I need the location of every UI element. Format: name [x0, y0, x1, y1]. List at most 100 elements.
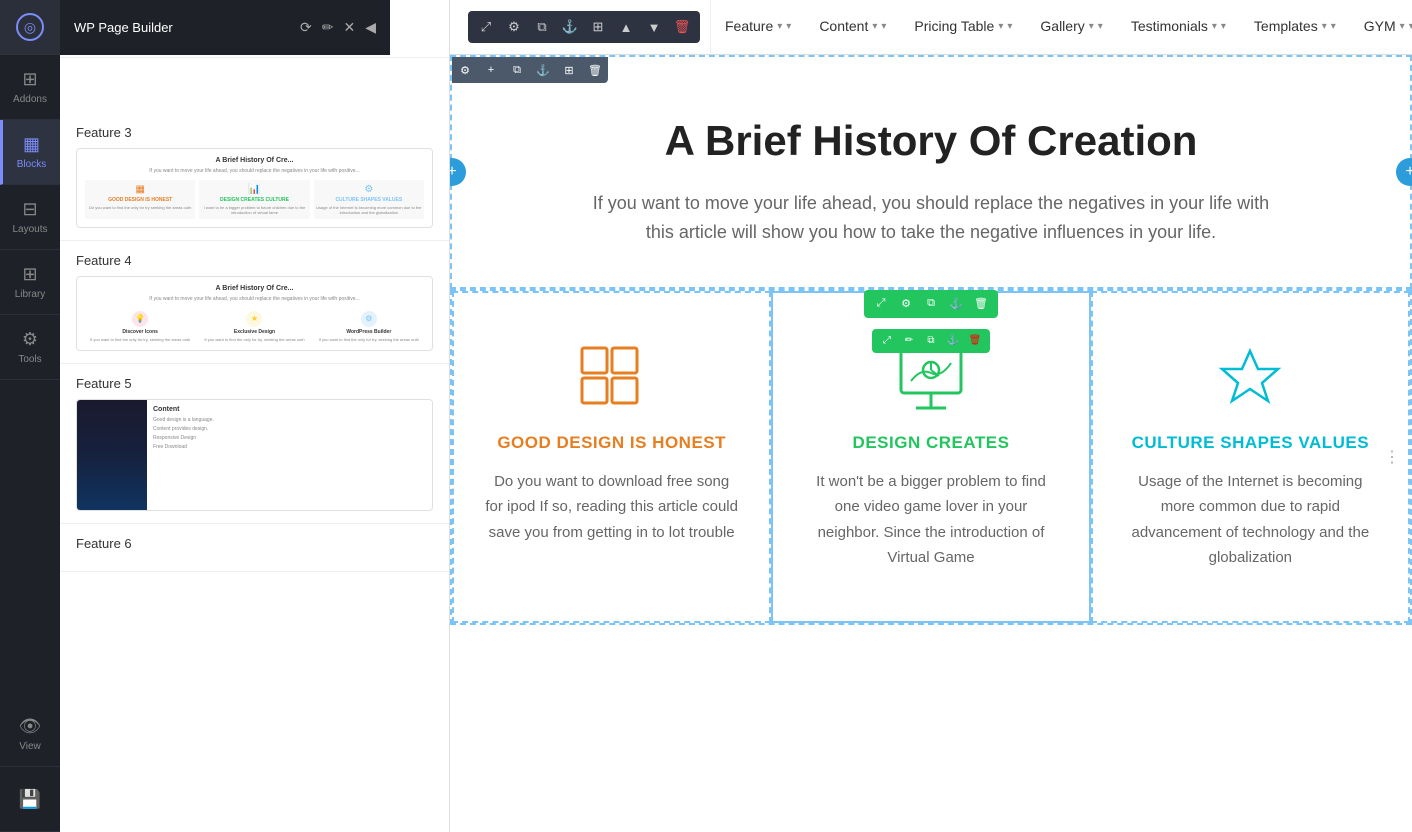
- feature3-label: Feature 3: [76, 125, 433, 140]
- blocks-panel: ← Blocks WP Page Builder ⟳ ✏ ✕ ◀ Feature…: [60, 0, 450, 832]
- hero-add-left[interactable]: +: [450, 158, 466, 186]
- sidebar-item-library[interactable]: ⊞ Library: [0, 250, 60, 315]
- app-icon-edit[interactable]: ✏: [322, 19, 334, 36]
- feature5-content-title: Content: [153, 406, 426, 413]
- feature-col-1: GOOD DESIGN IS HONEST Do you want to dow…: [452, 291, 771, 623]
- panel-content: Feature 3 🔗 VIEW BLOCK A Brief History O…: [60, 113, 449, 832]
- nav-item-testimonials[interactable]: Testimonials ▾ ▾: [1117, 0, 1240, 55]
- feature5-content: Content Good design is a language. Conte…: [147, 400, 432, 510]
- feature3-col-title: CULTURE SHAPES VALUES: [1123, 433, 1378, 453]
- nav-item-feature[interactable]: Feature ▾ ▾: [711, 0, 805, 55]
- nav-item-templates[interactable]: Templates ▾ ▾: [1240, 0, 1350, 55]
- toolbar-up-btn[interactable]: ▲: [614, 15, 638, 39]
- features-section: ⤢ ⚙ ⧉ ⚓ 🗑: [450, 289, 1412, 625]
- hero-toolbar-layout[interactable]: ⊞: [556, 57, 582, 83]
- col2-inner-edit[interactable]: ✏: [899, 331, 919, 351]
- app-icon-collapse[interactable]: ◀: [365, 19, 376, 36]
- feat-toolbar-delete[interactable]: 🗑: [970, 293, 992, 315]
- app-header-actions: ⟳ ✏ ✕ ◀: [300, 19, 376, 36]
- sidebar-item-view[interactable]: 👁 View: [0, 702, 60, 767]
- nav-item-content[interactable]: Content ▾ ▾: [805, 0, 900, 55]
- tools-icon: ⚙: [22, 329, 38, 350]
- hero-add-right[interactable]: +: [1396, 158, 1412, 186]
- toolbar-layout-btn[interactable]: ⊞: [586, 15, 610, 39]
- nav-item-gym[interactable]: GYM ▾ ▾: [1350, 0, 1412, 55]
- gallery-chevron2: ▾: [1098, 21, 1103, 32]
- toolbar-anchor-btn[interactable]: ⚓: [558, 15, 582, 39]
- hero-section-toolbar: ⚙ + ⧉ ⚓ ⊞ 🗑: [452, 57, 608, 83]
- feature3-col3: ⚙ CULTURE SHAPES VALUES Usage of the Int…: [314, 180, 424, 219]
- col2-inner-toolbar: ⤢ ✏ ⧉ ⚓ 🗑: [872, 329, 990, 353]
- col2-inner-move[interactable]: ⤢: [877, 331, 897, 351]
- feature5-preview[interactable]: 🔗 VIEW BLOCK Content Good design is a la…: [76, 399, 433, 511]
- app-icon-close[interactable]: ✕: [343, 19, 355, 36]
- feature4-preview[interactable]: 🔗 VIEW BLOCK A Brief History Of Cre... I…: [76, 276, 433, 351]
- testimonials-chevron: ▾: [1212, 21, 1217, 32]
- content-chevron2: ▾: [881, 21, 886, 32]
- top-toolbar: ⤢ ⚙ ⧉ ⚓ ⊞ ▲ ▼ 🗑: [468, 11, 700, 43]
- feature3-icon: [1123, 343, 1378, 413]
- toolbar-down-btn[interactable]: ▼: [642, 15, 666, 39]
- feature3-mini-heading: A Brief History Of Cre...: [85, 157, 424, 164]
- hero-toolbar-link[interactable]: ⚓: [530, 57, 556, 83]
- sidebar-item-save[interactable]: 💾: [0, 767, 60, 832]
- feature-col-3: ⋮ CULTURE SHAPES VALUES Usage of the Int…: [1091, 291, 1410, 623]
- col2-inner-delete[interactable]: 🗑: [965, 331, 985, 351]
- feat-toolbar-move[interactable]: ⤢: [870, 293, 892, 315]
- feature3-col2: 📊 DESIGN CREATES CULTURE I want to be a …: [199, 180, 309, 219]
- col3-three-dots[interactable]: ⋮: [1384, 447, 1400, 467]
- sidebar-item-tools[interactable]: ⚙ Tools: [0, 315, 60, 380]
- feat-toolbar-duplicate[interactable]: ⧉: [920, 293, 942, 315]
- top-nav: ⤢ ⚙ ⧉ ⚓ ⊞ ▲ ▼ 🗑 Feature ▾ ▾ Content ▾ ▾: [450, 0, 1412, 55]
- gallery-chevron: ▾: [1089, 21, 1094, 32]
- sidebar: ◎ ⊞ Addons ▦ Blocks ⊟ Layouts ⊞ Library …: [0, 0, 60, 832]
- view-icon: 👁: [19, 716, 42, 737]
- blocks-icon: ▦: [23, 134, 40, 155]
- toolbar-duplicate-btn[interactable]: ⧉: [530, 15, 554, 39]
- feature2-text: It won't be a bigger problem to find one…: [803, 469, 1058, 571]
- canvas-area[interactable]: ⚙ + ⧉ ⚓ ⊞ 🗑 + + A Brief History Of Creat…: [450, 55, 1412, 832]
- addons-icon: ⊞: [22, 69, 37, 90]
- hero-toolbar-duplicate[interactable]: ⧉: [504, 57, 530, 83]
- feature-chevron: ▾: [777, 21, 782, 32]
- toolbar-delete-btn[interactable]: 🗑: [670, 15, 694, 39]
- feature6-label: Feature 6: [76, 536, 433, 551]
- app-icon-refresh[interactable]: ⟳: [300, 19, 312, 36]
- gym-chevron: ▾: [1400, 21, 1405, 32]
- save-icon: 💾: [19, 789, 41, 810]
- sidebar-item-addons[interactable]: ⊞ Addons: [0, 55, 60, 120]
- feature3-col-text: Usage of the Internet is becoming more c…: [1123, 469, 1378, 571]
- sidebar-item-blocks[interactable]: ▦ Blocks: [0, 120, 60, 185]
- feature5-image: [77, 400, 147, 510]
- block-item-feature3: Feature 3 🔗 VIEW BLOCK A Brief History O…: [60, 113, 449, 241]
- templates-chevron: ▾: [1322, 21, 1327, 32]
- col2-inner-duplicate[interactable]: ⧉: [921, 331, 941, 351]
- hero-toolbar-settings[interactable]: ⚙: [452, 57, 478, 83]
- hero-subtitle: If you want to move your life ahead, you…: [581, 189, 1281, 247]
- block-item-feature5: Feature 5 🔗 VIEW BLOCK Content Good desi…: [60, 364, 449, 524]
- feat-toolbar-settings[interactable]: ⚙: [895, 293, 917, 315]
- toolbar-settings-btn[interactable]: ⚙: [502, 15, 526, 39]
- feature3-mini-subtext: If you want to move your life ahead, you…: [85, 168, 424, 174]
- feature-col-2: ⤢ ⚙ ⧉ ⚓ 🗑 ⤢ ✏ ⧉ ⚓ 🗑: [771, 291, 1090, 623]
- features-section-toolbar: ⤢ ⚙ ⧉ ⚓ 🗑: [864, 290, 998, 318]
- nav-item-pricing-table[interactable]: Pricing Table ▾ ▾: [900, 0, 1026, 55]
- feature-chevron2: ▾: [786, 21, 791, 32]
- hero-toolbar-delete[interactable]: 🗑: [582, 57, 608, 83]
- feature3-preview[interactable]: 🔗 VIEW BLOCK A Brief History Of Cre... I…: [76, 148, 433, 228]
- nav-item-gallery[interactable]: Gallery ▾ ▾: [1026, 0, 1116, 55]
- toolbar-move-btn[interactable]: ⤢: [474, 15, 498, 39]
- feature1-icon: [484, 343, 739, 413]
- sidebar-item-layouts[interactable]: ⊟ Layouts: [0, 185, 60, 250]
- nav-menu: ⤢ ⚙ ⧉ ⚓ ⊞ ▲ ▼ 🗑 Feature ▾ ▾ Content ▾ ▾: [450, 0, 1412, 55]
- block-item-feature4: Feature 4 🔗 VIEW BLOCK A Brief History O…: [60, 241, 449, 364]
- feat-toolbar-anchor[interactable]: ⚓: [945, 293, 967, 315]
- col2-inner-anchor[interactable]: ⚓: [943, 331, 963, 351]
- feature5-label: Feature 5: [76, 376, 433, 391]
- logo-icon: ◎: [16, 13, 44, 41]
- content-chevron: ▾: [872, 21, 877, 32]
- feature1-text: Do you want to download free song for ip…: [484, 469, 739, 546]
- hero-toolbar-add[interactable]: +: [478, 57, 504, 83]
- feature4-label: Feature 4: [76, 253, 433, 268]
- feature4-col1: 💡 Discover Icons If you want to find the…: [85, 308, 195, 342]
